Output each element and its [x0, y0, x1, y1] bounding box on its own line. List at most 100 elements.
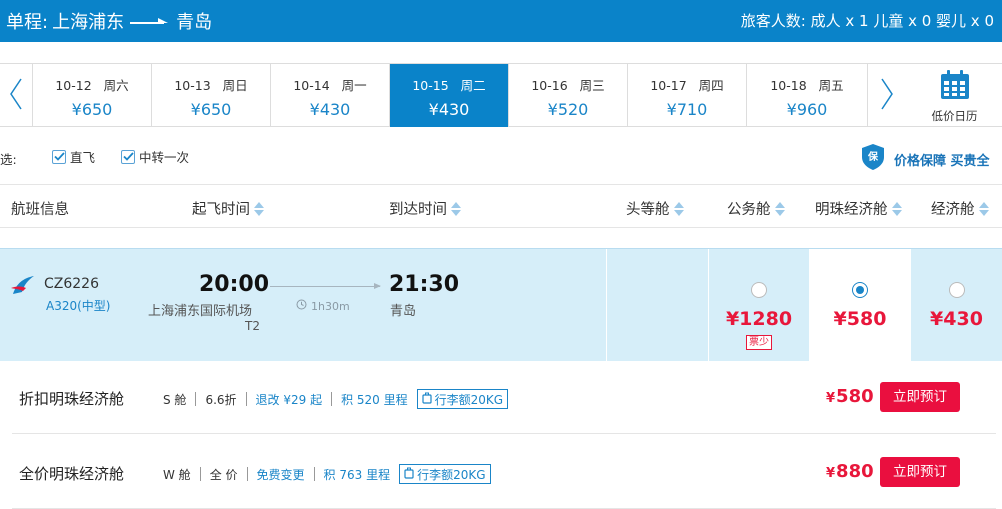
- date-label: 10-15: [412, 78, 449, 93]
- divider: [246, 467, 248, 481]
- duration-text: 1h30m: [311, 299, 350, 313]
- date-price: ¥650: [71, 100, 113, 119]
- business-fare-option[interactable]: ¥1280 票少: [708, 249, 809, 362]
- destination-city: 青岛: [176, 12, 213, 33]
- cabin-meta: S 舱 6.6折 退改 ¥29 起 积 520 里程 行李额20KG: [163, 389, 509, 409]
- date-strip: 10-12 周六 ¥650 10-13 周日 ¥650 10-14 周一 ¥43…: [0, 63, 1002, 127]
- sort-arrive-time[interactable]: 到达时间: [389, 198, 461, 219]
- change-rule-link[interactable]: 退改 ¥29 起: [256, 391, 323, 408]
- date-price: ¥430: [428, 100, 470, 119]
- weekday-label: 周二: [460, 78, 486, 93]
- baggage-badge[interactable]: 行李额20KG: [416, 389, 509, 409]
- date-label: 10-17: [650, 78, 687, 93]
- direct-flight-label: 直飞: [70, 150, 96, 165]
- date-price: ¥650: [190, 100, 232, 119]
- flight-duration: 1h30m: [296, 299, 350, 313]
- weekday-label: 周六: [103, 78, 129, 93]
- flight-info-header: 航班信息: [11, 198, 69, 219]
- date-label: 10-16: [531, 78, 568, 93]
- route-title: 单程: 上海浦东 青岛: [6, 8, 212, 34]
- business-class-header-label: 公务舱: [727, 202, 771, 218]
- divider: [245, 392, 247, 406]
- cabin-option-row: 折扣明珠经济舱 S 舱 6.6折 退改 ¥29 起 积 520 里程 行李额20…: [12, 362, 996, 434]
- low-price-calendar-button[interactable]: 低价日历: [907, 64, 1002, 127]
- economy-fare-radio[interactable]: [948, 282, 965, 298]
- date-cell-10-16[interactable]: 10-16 周三 ¥520: [509, 64, 628, 127]
- sort-business-class[interactable]: 公务舱: [727, 198, 785, 219]
- discount: 6.6折: [205, 392, 237, 407]
- date-cell-10-17[interactable]: 10-17 周四 ¥710: [628, 64, 747, 127]
- date-price: ¥960: [786, 100, 828, 119]
- next-dates-button[interactable]: [867, 64, 906, 127]
- date-price: ¥710: [666, 100, 708, 119]
- sort-icon: [673, 201, 684, 216]
- weekday-label: 周三: [579, 78, 605, 93]
- sort-economy[interactable]: 经济舱: [931, 198, 989, 219]
- economy-fare-option[interactable]: ¥430: [911, 249, 1002, 362]
- top-bar: 单程: 上海浦东 青岛 旅客人数: 成人 x 1 儿童 x 0 婴儿 x 0: [0, 0, 1002, 42]
- baggage-badge[interactable]: 行李额20KG: [399, 464, 491, 484]
- class-code: S 舱: [163, 392, 187, 407]
- first-class-fare-empty: [606, 249, 708, 362]
- date-cell-10-12[interactable]: 10-12 周六 ¥650: [33, 64, 152, 127]
- date-cell-10-18[interactable]: 10-18 周五 ¥960: [747, 64, 867, 127]
- currency-symbol: ¥: [826, 466, 836, 481]
- cabin-meta: W 舱 全 价 免费变更 积 763 里程 行李额20KG: [163, 464, 491, 484]
- sort-pearl-economy[interactable]: 明珠经济舱: [815, 198, 902, 219]
- sort-first-class[interactable]: 头等舱: [626, 198, 684, 219]
- change-rule-link[interactable]: 免费变更: [257, 466, 305, 483]
- one-transfer-checkbox[interactable]: 中转一次: [121, 147, 189, 166]
- route-arrow-icon: [130, 11, 170, 32]
- direct-flight-checkbox[interactable]: 直飞: [52, 147, 95, 166]
- mileage-link[interactable]: 积 763 里程: [324, 466, 391, 483]
- svg-text:保: 保: [867, 150, 879, 163]
- depart-time-header-label: 起飞时间: [192, 202, 250, 218]
- calendar-label: 低价日历: [931, 109, 978, 123]
- date-cell-10-13[interactable]: 10-13 周日 ¥650: [152, 64, 271, 127]
- few-tickets-badge: 票少: [746, 335, 772, 350]
- business-fare-radio[interactable]: [751, 282, 767, 298]
- date-price: ¥520: [547, 100, 589, 119]
- book-now-button[interactable]: 立即预订: [880, 457, 960, 487]
- cabin-price-value: 580: [836, 386, 874, 407]
- price-guarantee-link[interactable]: 保 价格保障 买贵全: [860, 143, 990, 175]
- flight-number: CZ6226: [44, 276, 99, 292]
- date-label: 10-12: [55, 78, 92, 93]
- book-now-button[interactable]: 立即预订: [880, 382, 960, 412]
- first-class-header-label: 头等舱: [626, 202, 670, 218]
- shield-icon: 保: [860, 143, 886, 175]
- chevron-right-icon: [880, 77, 894, 115]
- cabin-price: ¥880: [826, 461, 874, 482]
- mileage-link[interactable]: 积 520 里程: [341, 391, 408, 408]
- arrive-time-header-label: 到达时间: [389, 202, 447, 218]
- pearl-economy-fare-radio[interactable]: [852, 282, 868, 298]
- sort-icon: [891, 201, 902, 216]
- date-label: 10-18: [770, 78, 807, 93]
- date-cell-10-15[interactable]: 10-15 周二 ¥430: [390, 64, 509, 127]
- sort-icon: [254, 201, 264, 216]
- sort-depart-time[interactable]: 起飞时间: [192, 198, 264, 219]
- business-fare-price: ¥1280: [725, 308, 793, 330]
- date-cell-10-14[interactable]: 10-14 周一 ¥430: [271, 64, 390, 127]
- prev-dates-button[interactable]: [0, 64, 33, 127]
- clock-icon: [296, 299, 307, 313]
- divider: [331, 392, 333, 406]
- arrive-airport: 青岛: [390, 304, 417, 319]
- economy-fare-price: ¥430: [930, 308, 983, 330]
- depart-airport: 上海浦东国际机场: [148, 304, 253, 319]
- arrive-time: 21:30: [389, 272, 460, 297]
- date-label: 10-13: [174, 78, 211, 93]
- pearl-economy-fare-option[interactable]: ¥580: [809, 249, 911, 362]
- discount: 全 价: [209, 467, 238, 482]
- price-guarantee-text: 价格保障 买贵全: [894, 153, 990, 169]
- aircraft-type-link[interactable]: A320(中型): [46, 297, 110, 314]
- cabin-price: ¥580: [826, 386, 874, 407]
- depart-time: 20:00: [199, 272, 270, 297]
- flight-row: CZ6226 A320(中型) 20:00 上海浦东国际机场 T2 1h30m …: [0, 248, 1002, 362]
- depart-terminal: T2: [245, 319, 260, 333]
- sort-icon: [978, 201, 989, 216]
- baggage-text: 行李额20KG: [434, 392, 504, 407]
- cabin-price-value: 880: [836, 461, 874, 482]
- divider: [313, 467, 315, 481]
- airline-logo-icon: [10, 274, 36, 300]
